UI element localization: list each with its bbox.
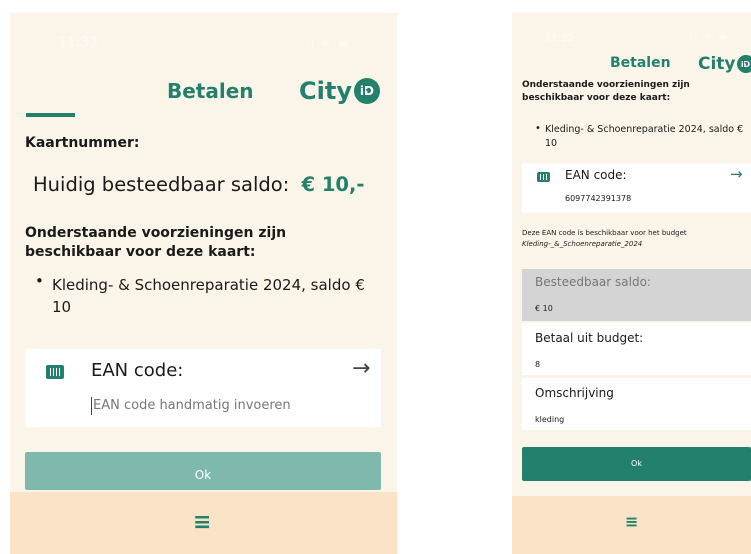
description-label: Omschrijving <box>535 386 614 400</box>
ean-value[interactable]: 6097742391378 <box>565 194 631 203</box>
balance-row: Huidig besteedbaar saldo: € 10,- <box>33 173 364 196</box>
facilities-heading: Onderstaande voorzieningen zijn beschikb… <box>25 225 287 260</box>
spendable-label: Besteedbaar saldo: <box>535 275 651 289</box>
bullet: • <box>535 123 541 134</box>
ean-card: EAN code: → EAN code handmatig invoeren <box>25 349 381 427</box>
ok-button[interactable]: Ok <box>25 452 381 490</box>
barcode-icon <box>46 365 64 379</box>
spendable-value: € 10 <box>535 304 553 313</box>
logo-mark: iD <box>736 55 751 73</box>
page-title: Betalen <box>610 55 671 71</box>
logo-text: City <box>299 77 352 105</box>
balance-value: € 10,- <box>301 173 365 196</box>
logo-text: City <box>698 54 736 74</box>
arrow-right-icon[interactable]: → <box>352 356 370 381</box>
facility-item: Kleding- & Schoenreparatie 2024, saldo €… <box>545 124 744 149</box>
menu-icon[interactable]: ≡ <box>193 510 211 535</box>
pay-value[interactable]: 8 <box>535 360 540 369</box>
ean-card: EAN code: → 6097742391378 <box>522 163 751 213</box>
status-time: 11:32 <box>545 33 574 44</box>
page-title: Betalen <box>167 79 254 103</box>
ean-label: EAN code: <box>91 360 184 381</box>
ean-info: Deze EAN code is beschikbaar voor het bu… <box>522 228 687 250</box>
cityid-logo: City iD <box>698 54 751 74</box>
description-field[interactable]: Omschrijving kleding <box>522 378 751 430</box>
ean-input[interactable]: EAN code handmatig invoeren <box>91 397 291 415</box>
bottom-bar: ≡ <box>512 496 751 554</box>
ok-button[interactable]: Ok <box>522 447 751 481</box>
ean-info-line2: Kleding-_&_Schoenreparatie_2024 <box>522 240 643 248</box>
barcode-icon <box>537 172 550 182</box>
status-time: 11:32 <box>58 35 99 51</box>
bottom-bar: ≡ <box>10 492 397 554</box>
right-phone-screen: 11:32 ıl ≋ ▬ Betalen City iD Onderstaand… <box>512 13 751 554</box>
ean-label: EAN code: <box>565 168 627 182</box>
tab-underline <box>26 113 75 117</box>
description-value[interactable]: kleding <box>535 415 564 424</box>
card-number-label: Kaartnummer: <box>25 135 140 151</box>
bullet: • <box>35 272 44 290</box>
spendable-balance-field: Besteedbaar saldo: € 10 <box>522 269 751 321</box>
logo-mark: iD <box>353 78 380 104</box>
left-phone-screen: 11:32 ··ıl ≋ ▬ Betalen City iD Kaartnumm… <box>10 13 397 554</box>
status-icons: ıl ≋ ▬ <box>690 33 729 43</box>
ean-info-line1: Deze EAN code is beschikbaar voor het bu… <box>522 229 687 237</box>
status-icons: ··ıl ≋ ▬ <box>295 37 351 50</box>
pay-from-budget-field[interactable]: Betaal uit budget: 8 <box>522 323 751 375</box>
facility-item: Kleding- & Schoenreparatie 2024, saldo €… <box>52 276 365 316</box>
arrow-right-icon[interactable]: → <box>730 165 743 183</box>
balance-label: Huidig besteedbaar saldo: <box>33 173 290 196</box>
menu-icon[interactable]: ≡ <box>625 512 638 531</box>
facilities-heading: Onderstaande voorzieningen zijn beschikb… <box>522 80 690 103</box>
cityid-logo: City iD <box>299 77 380 105</box>
pay-label: Betaal uit budget: <box>535 331 644 345</box>
